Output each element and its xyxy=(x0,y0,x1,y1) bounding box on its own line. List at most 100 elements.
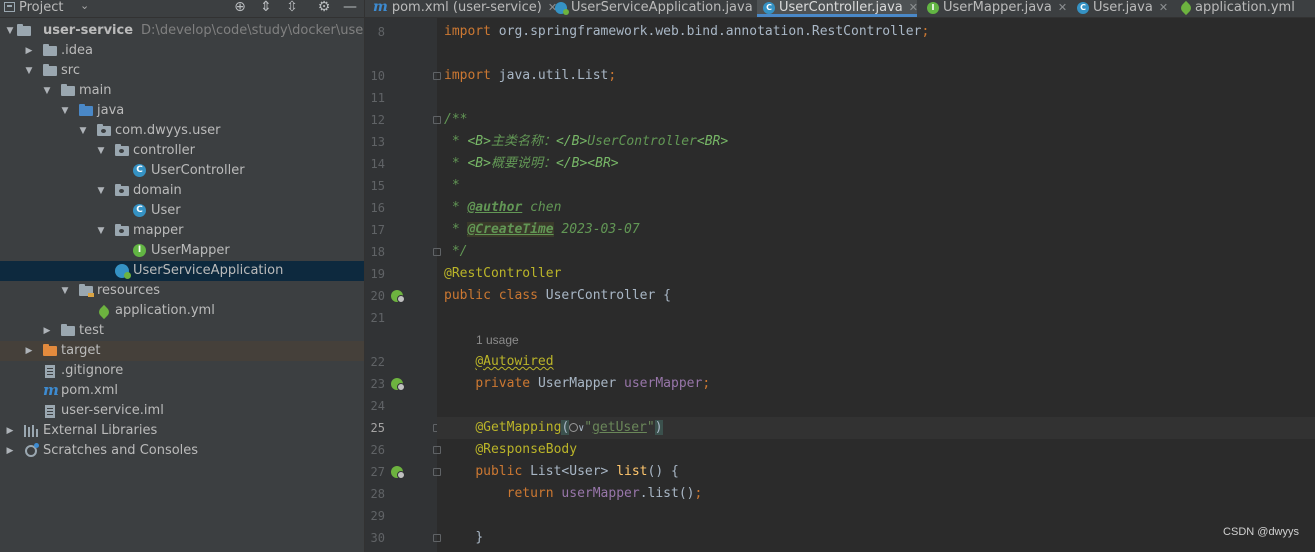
code-line[interactable]: @RestController xyxy=(444,263,1315,285)
tab-user[interactable]: C User.java ✕ xyxy=(1077,0,1173,17)
tree-item-gitignore[interactable]: .gitignore xyxy=(0,361,364,381)
chevron-right-icon[interactable]: ▶ xyxy=(4,421,16,441)
fold-icon[interactable] xyxy=(433,534,441,542)
close-icon[interactable]: ✕ xyxy=(909,1,918,14)
chevron-right-icon[interactable]: ▶ xyxy=(23,341,35,361)
tree-item-usercontroller[interactable]: C UserController xyxy=(0,161,364,181)
fold-icon[interactable] xyxy=(433,72,441,80)
locate-icon[interactable]: ⊕ xyxy=(232,0,248,15)
tab-application-yml[interactable]: application.yml xyxy=(1178,0,1315,17)
tree-item-user[interactable]: C User xyxy=(0,201,364,221)
spring-bean-gutter-icon[interactable] xyxy=(391,290,405,303)
expand-all-icon[interactable]: ⇕ xyxy=(258,0,274,15)
fold-icon[interactable] xyxy=(433,116,441,124)
tree-item-main[interactable]: ▼ main xyxy=(0,81,364,101)
chevron-down-icon[interactable]: ▼ xyxy=(23,61,35,81)
chevron-down-icon[interactable]: ▼ xyxy=(59,101,71,121)
annotation: @GetMapping xyxy=(475,420,562,435)
chevron-down-icon[interactable]: ▼ xyxy=(41,81,53,101)
project-panel-title[interactable]: Project xyxy=(19,0,63,15)
collapse-all-icon[interactable]: ⇳ xyxy=(284,0,300,15)
gear-icon[interactable]: ⚙ xyxy=(316,0,332,15)
tab-label: pom.xml (user-service) xyxy=(391,0,542,15)
editor-gutter[interactable]: 8 10 11 12 13 14 15 16 17 18 19 20 21 22… xyxy=(365,18,441,552)
tree-item-package[interactable]: ▼ com.dwyys.user xyxy=(0,121,364,141)
tab-userserviceapplication[interactable]: UserServiceApplication.java✕ xyxy=(555,0,768,17)
chevron-down-icon[interactable]: ▼ xyxy=(95,141,107,161)
tree-item-idea[interactable]: ▶ .idea xyxy=(0,41,364,61)
package-icon xyxy=(115,184,129,196)
line-number-current: 25 xyxy=(370,421,385,435)
minimize-icon[interactable]: — xyxy=(342,0,358,15)
fold-icon[interactable] xyxy=(433,248,441,256)
code-line[interactable]: * xyxy=(444,175,1315,197)
tree-item-target[interactable]: ▶ target xyxy=(0,341,364,361)
tree-item-usermapper[interactable]: I UserMapper xyxy=(0,241,364,261)
chevron-down-icon[interactable]: ▼ xyxy=(77,121,89,141)
doc-html-tag: <B> xyxy=(467,134,491,149)
code-line[interactable]: import org.springframework.web.bind.anno… xyxy=(444,21,1315,43)
chevron-down-icon[interactable]: ▼ xyxy=(4,21,16,41)
chevron-right-icon[interactable]: ▶ xyxy=(23,41,35,61)
spring-boot-class-icon xyxy=(555,1,569,15)
code-line[interactable]: * @CreateTime 2023-03-07 xyxy=(444,219,1315,241)
url-inlay-icon[interactable] xyxy=(569,423,579,432)
spring-bean-gutter-icon[interactable] xyxy=(391,466,405,479)
tree-item-controller[interactable]: ▼ controller xyxy=(0,141,364,161)
code-line[interactable]: * @author chen xyxy=(444,197,1315,219)
tab-usermapper[interactable]: I UserMapper.java ✕ xyxy=(927,0,1069,17)
usage-inlay-hint[interactable]: 1 usage xyxy=(476,333,519,347)
chevron-down-icon[interactable]: ▼ xyxy=(59,281,71,301)
code-line[interactable]: /** xyxy=(444,109,1315,131)
chevron-down-icon[interactable]: ▼ xyxy=(95,221,107,241)
chevron-right-icon[interactable]: ▶ xyxy=(41,321,53,341)
tree-item-user-service[interactable]: ▼ user-service D:\develop\code\study\dock… xyxy=(0,21,364,41)
code-text: } xyxy=(475,530,484,545)
tab-pom-xml[interactable]: m pom.xml (user-service) ✕ xyxy=(373,0,557,17)
excluded-folder-icon xyxy=(43,344,57,356)
code-line[interactable]: @Autowired xyxy=(444,351,1315,373)
tree-item-userserviceapplication[interactable]: UserServiceApplication xyxy=(0,261,364,281)
code-line[interactable]: * <B>主类名称：</B>UserController<BR> xyxy=(444,131,1315,153)
tree-item-test[interactable]: ▶ test xyxy=(0,321,364,341)
tree-item-external-libraries[interactable]: ▶ External Libraries xyxy=(0,421,364,441)
code-line[interactable]: @ResponseBody xyxy=(444,439,1315,461)
tree-item-src[interactable]: ▼ src xyxy=(0,61,364,81)
doc-comment: /** xyxy=(444,112,468,127)
code-line[interactable]: public class UserController { xyxy=(444,285,1315,307)
spring-boot-class-icon xyxy=(115,264,131,279)
tree-item-domain[interactable]: ▼ domain xyxy=(0,181,364,201)
doc-comment: 概要说明： xyxy=(490,156,556,171)
tree-item-iml[interactable]: user-service.iml xyxy=(0,401,364,421)
tree-item-application-yml[interactable]: application.yml xyxy=(0,301,364,321)
spring-bean-gutter-icon[interactable] xyxy=(391,378,405,391)
line-number: 22 xyxy=(370,355,385,369)
tree-item-label: Scratches and Consoles xyxy=(43,443,199,458)
tree-item-label: user-service xyxy=(43,23,134,38)
code-line[interactable]: */ xyxy=(444,241,1315,263)
code-line[interactable]: } xyxy=(444,527,1315,549)
tree-item-resources[interactable]: ▼ resources xyxy=(0,281,364,301)
tab-usercontroller[interactable]: C UserController.java ✕ xyxy=(757,0,918,17)
close-icon[interactable]: ✕ xyxy=(1058,1,1067,14)
code-line[interactable]: import java.util.List; xyxy=(444,65,1315,87)
tree-item-mapper[interactable]: ▼ mapper xyxy=(0,221,364,241)
code-line[interactable]: * <B>概要说明：</B><BR> xyxy=(444,153,1315,175)
string: " xyxy=(584,420,593,435)
code-line[interactable]: return userMapper.list(); xyxy=(444,483,1315,505)
code-line[interactable]: private UserMapper userMapper; xyxy=(444,373,1315,395)
code-editor[interactable]: 8 10 11 12 13 14 15 16 17 18 19 20 21 22… xyxy=(365,18,1315,552)
code-line-current[interactable]: @GetMapping(∨"getUser") xyxy=(437,417,1315,439)
tree-item-pom-xml[interactable]: m pom.xml xyxy=(0,381,364,401)
fold-icon[interactable] xyxy=(433,446,441,454)
code-text: .list() xyxy=(639,486,695,501)
chevron-down-icon[interactable]: ⌄ xyxy=(80,0,89,12)
tree-item-java[interactable]: ▼ java xyxy=(0,101,364,121)
tree-item-scratches[interactable]: ▶ Scratches and Consoles xyxy=(0,441,364,461)
code-line[interactable]: public List<User> list() { xyxy=(444,461,1315,483)
chevron-down-icon[interactable]: ▼ xyxy=(95,181,107,201)
close-icon[interactable]: ✕ xyxy=(1159,1,1168,14)
chevron-right-icon[interactable]: ▶ xyxy=(4,441,16,461)
tree-item-label: .gitignore xyxy=(61,363,124,378)
fold-icon[interactable] xyxy=(433,468,441,476)
